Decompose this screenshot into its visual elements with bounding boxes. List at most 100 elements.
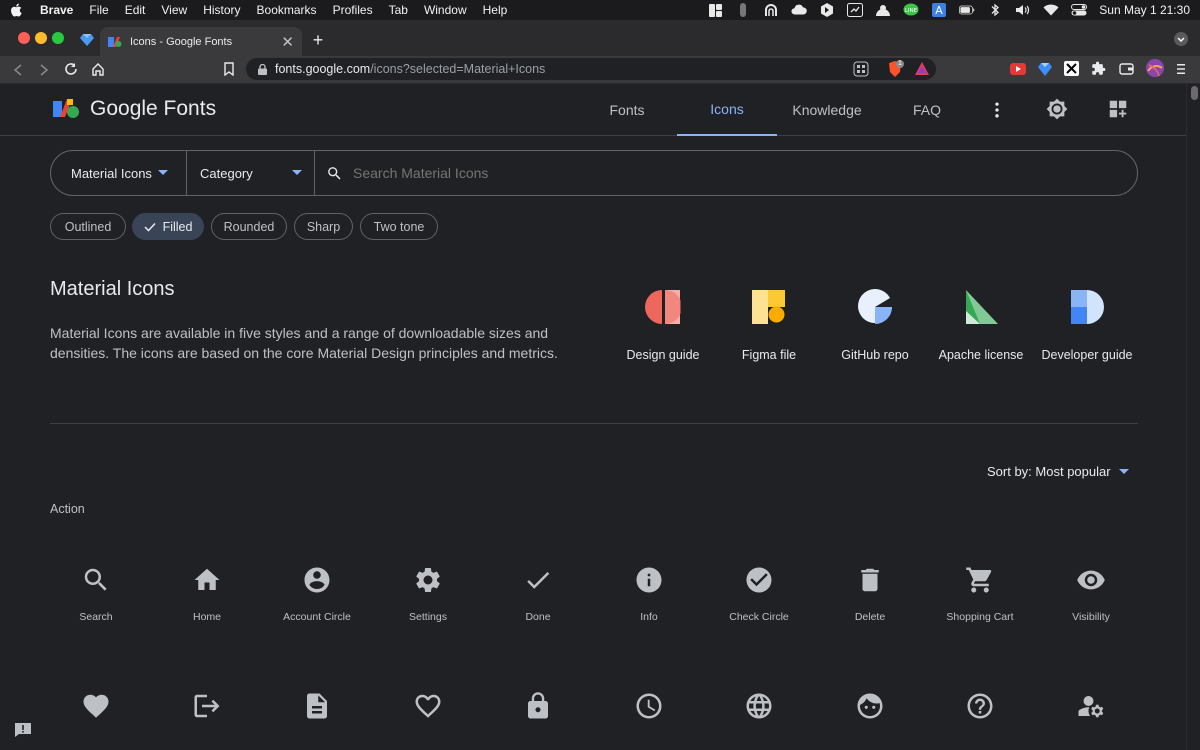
google-fonts-logo[interactable]: Google Fonts [53, 97, 216, 121]
icon-cell-account-circle[interactable]: Account Circle [262, 565, 372, 623]
transfer-icon[interactable] [847, 3, 864, 17]
nav-icons[interactable]: Icons [677, 84, 777, 136]
icon-cell-home[interactable]: Home [152, 565, 262, 623]
icon-cell-favorite[interactable] [41, 691, 151, 721]
brave-shields-icon[interactable]: 1 [886, 60, 904, 78]
page-title: Material Icons [50, 278, 175, 300]
home-button-icon[interactable] [91, 62, 105, 76]
icon-cell-settings[interactable]: Settings [373, 565, 483, 623]
back-icon[interactable] [12, 63, 24, 77]
address-bar[interactable]: fonts.google.com/icons?selected=Material… [246, 58, 936, 80]
feedback-icon[interactable] [14, 722, 32, 738]
resource-apache-license[interactable]: Apache license [926, 289, 1036, 362]
tab-close-icon[interactable]: ✕ [281, 33, 294, 51]
menubar-clock[interactable]: Sun May 1 21:30 [1099, 3, 1190, 17]
menu-bookmarks[interactable]: Bookmarks [249, 3, 325, 17]
nav-knowledge[interactable]: Knowledge [787, 84, 867, 136]
category-select[interactable]: Category [200, 151, 312, 195]
menu-history[interactable]: History [195, 3, 248, 17]
wallet-icon[interactable] [1119, 62, 1134, 76]
wifi-icon[interactable] [1043, 3, 1059, 17]
apple-logo-icon[interactable] [0, 3, 32, 17]
resource-figma-file[interactable]: Figma file [714, 289, 824, 362]
icon-cell-face[interactable] [815, 691, 925, 721]
chip-rounded[interactable]: Rounded [211, 213, 287, 240]
window-minimize-button[interactable] [35, 32, 47, 44]
window-zoom-button[interactable] [52, 32, 64, 44]
microphone-icon[interactable] [735, 3, 751, 17]
nav-faq[interactable]: FAQ [897, 84, 957, 136]
hexagon-app-icon[interactable] [819, 3, 835, 17]
menu-help[interactable]: Help [475, 3, 516, 17]
delete-icon [855, 565, 885, 595]
resource-github-repo[interactable]: GitHub repo [820, 289, 930, 362]
menu-app-name[interactable]: Brave [32, 3, 81, 17]
icon-cell-lock[interactable] [483, 691, 593, 721]
check-circle-icon [744, 565, 774, 595]
bookmark-icon[interactable] [223, 62, 235, 76]
qr-code-icon[interactable] [853, 61, 869, 77]
scrollbar-thumb[interactable] [1191, 86, 1198, 100]
new-tab-button[interactable]: + [308, 30, 328, 50]
forward-icon[interactable] [38, 63, 50, 77]
control-center-icon[interactable] [1071, 3, 1088, 17]
input-source-icon[interactable]: A [931, 3, 947, 17]
menu-file[interactable]: File [81, 3, 116, 17]
resource-developer-guide[interactable]: Developer guide [1032, 289, 1142, 362]
favorite-border-icon [413, 691, 443, 721]
reload-icon[interactable] [64, 62, 78, 76]
menu-view[interactable]: View [153, 3, 195, 17]
grid-layout-icon[interactable] [707, 3, 723, 17]
resource-design-guide[interactable]: Design guide [608, 289, 718, 362]
page-scrollbar[interactable] [1186, 84, 1200, 750]
chip-outlined[interactable]: Outlined [50, 213, 126, 240]
icon-cell-manage-accounts[interactable] [1036, 691, 1146, 721]
menu-edit[interactable]: Edit [117, 3, 154, 17]
nav-fonts[interactable]: Fonts [587, 84, 667, 136]
icon-cell-info[interactable]: Info [594, 565, 704, 623]
window-close-button[interactable] [18, 32, 30, 44]
icon-cell-search[interactable]: Search [41, 565, 151, 623]
icon-cell-done[interactable]: Done [483, 565, 593, 623]
brave-rewards-icon[interactable] [914, 61, 930, 77]
ghost-icon[interactable] [875, 3, 891, 17]
chip-sharp[interactable]: Sharp [294, 213, 353, 240]
resource-label: Developer guide [1041, 348, 1133, 362]
icon-cell-schedule[interactable] [594, 691, 704, 721]
selected-families-icon[interactable] [1107, 98, 1129, 120]
cloud-icon[interactable] [791, 3, 808, 17]
icon-cell-logout[interactable] [152, 691, 262, 721]
pinned-tab-icon[interactable] [80, 33, 94, 47]
menu-window[interactable]: Window [416, 3, 475, 17]
family-select[interactable]: Material Icons [71, 151, 186, 195]
profile-avatar[interactable] [1146, 59, 1164, 77]
icon-cell-help-outline[interactable] [925, 691, 1035, 721]
theme-toggle-icon[interactable] [1046, 98, 1068, 120]
volume-icon[interactable] [1015, 3, 1031, 17]
browser-menu-icon[interactable] [1176, 62, 1186, 76]
menu-tab[interactable]: Tab [381, 3, 416, 17]
more-vert-icon[interactable] [987, 100, 1007, 120]
chip-two-tone[interactable]: Two tone [360, 213, 438, 240]
browser-tab-active[interactable]: Icons - Google Fonts ✕ [100, 27, 302, 56]
search-input[interactable] [353, 161, 1113, 185]
icon-cell-check-circle[interactable]: Check Circle [704, 565, 814, 623]
icon-cell-visibility[interactable]: Visibility [1036, 565, 1146, 623]
extensions-puzzle-icon[interactable] [1091, 61, 1106, 76]
chip-filled[interactable]: Filled [132, 213, 204, 240]
extension-diamond-icon[interactable] [1037, 61, 1053, 77]
icon-cell-language[interactable] [704, 691, 814, 721]
extension-x-icon[interactable] [1064, 61, 1079, 76]
icon-cell-delete[interactable]: Delete [815, 565, 925, 623]
icon-cell-shopping-cart[interactable]: Shopping Cart [925, 565, 1035, 623]
sort-select[interactable]: Sort by: Most popular [987, 464, 1129, 479]
arch-icon[interactable] [763, 3, 779, 17]
line-messenger-icon[interactable]: LINE [903, 3, 919, 17]
icon-cell-description[interactable] [262, 691, 372, 721]
bluetooth-icon[interactable] [987, 3, 1003, 17]
extension-youtube-icon[interactable] [1010, 62, 1026, 76]
menu-profiles[interactable]: Profiles [325, 3, 381, 17]
info-icon [634, 565, 664, 595]
icon-cell-favorite-border[interactable] [373, 691, 483, 721]
tab-search-icon[interactable] [1174, 32, 1188, 46]
